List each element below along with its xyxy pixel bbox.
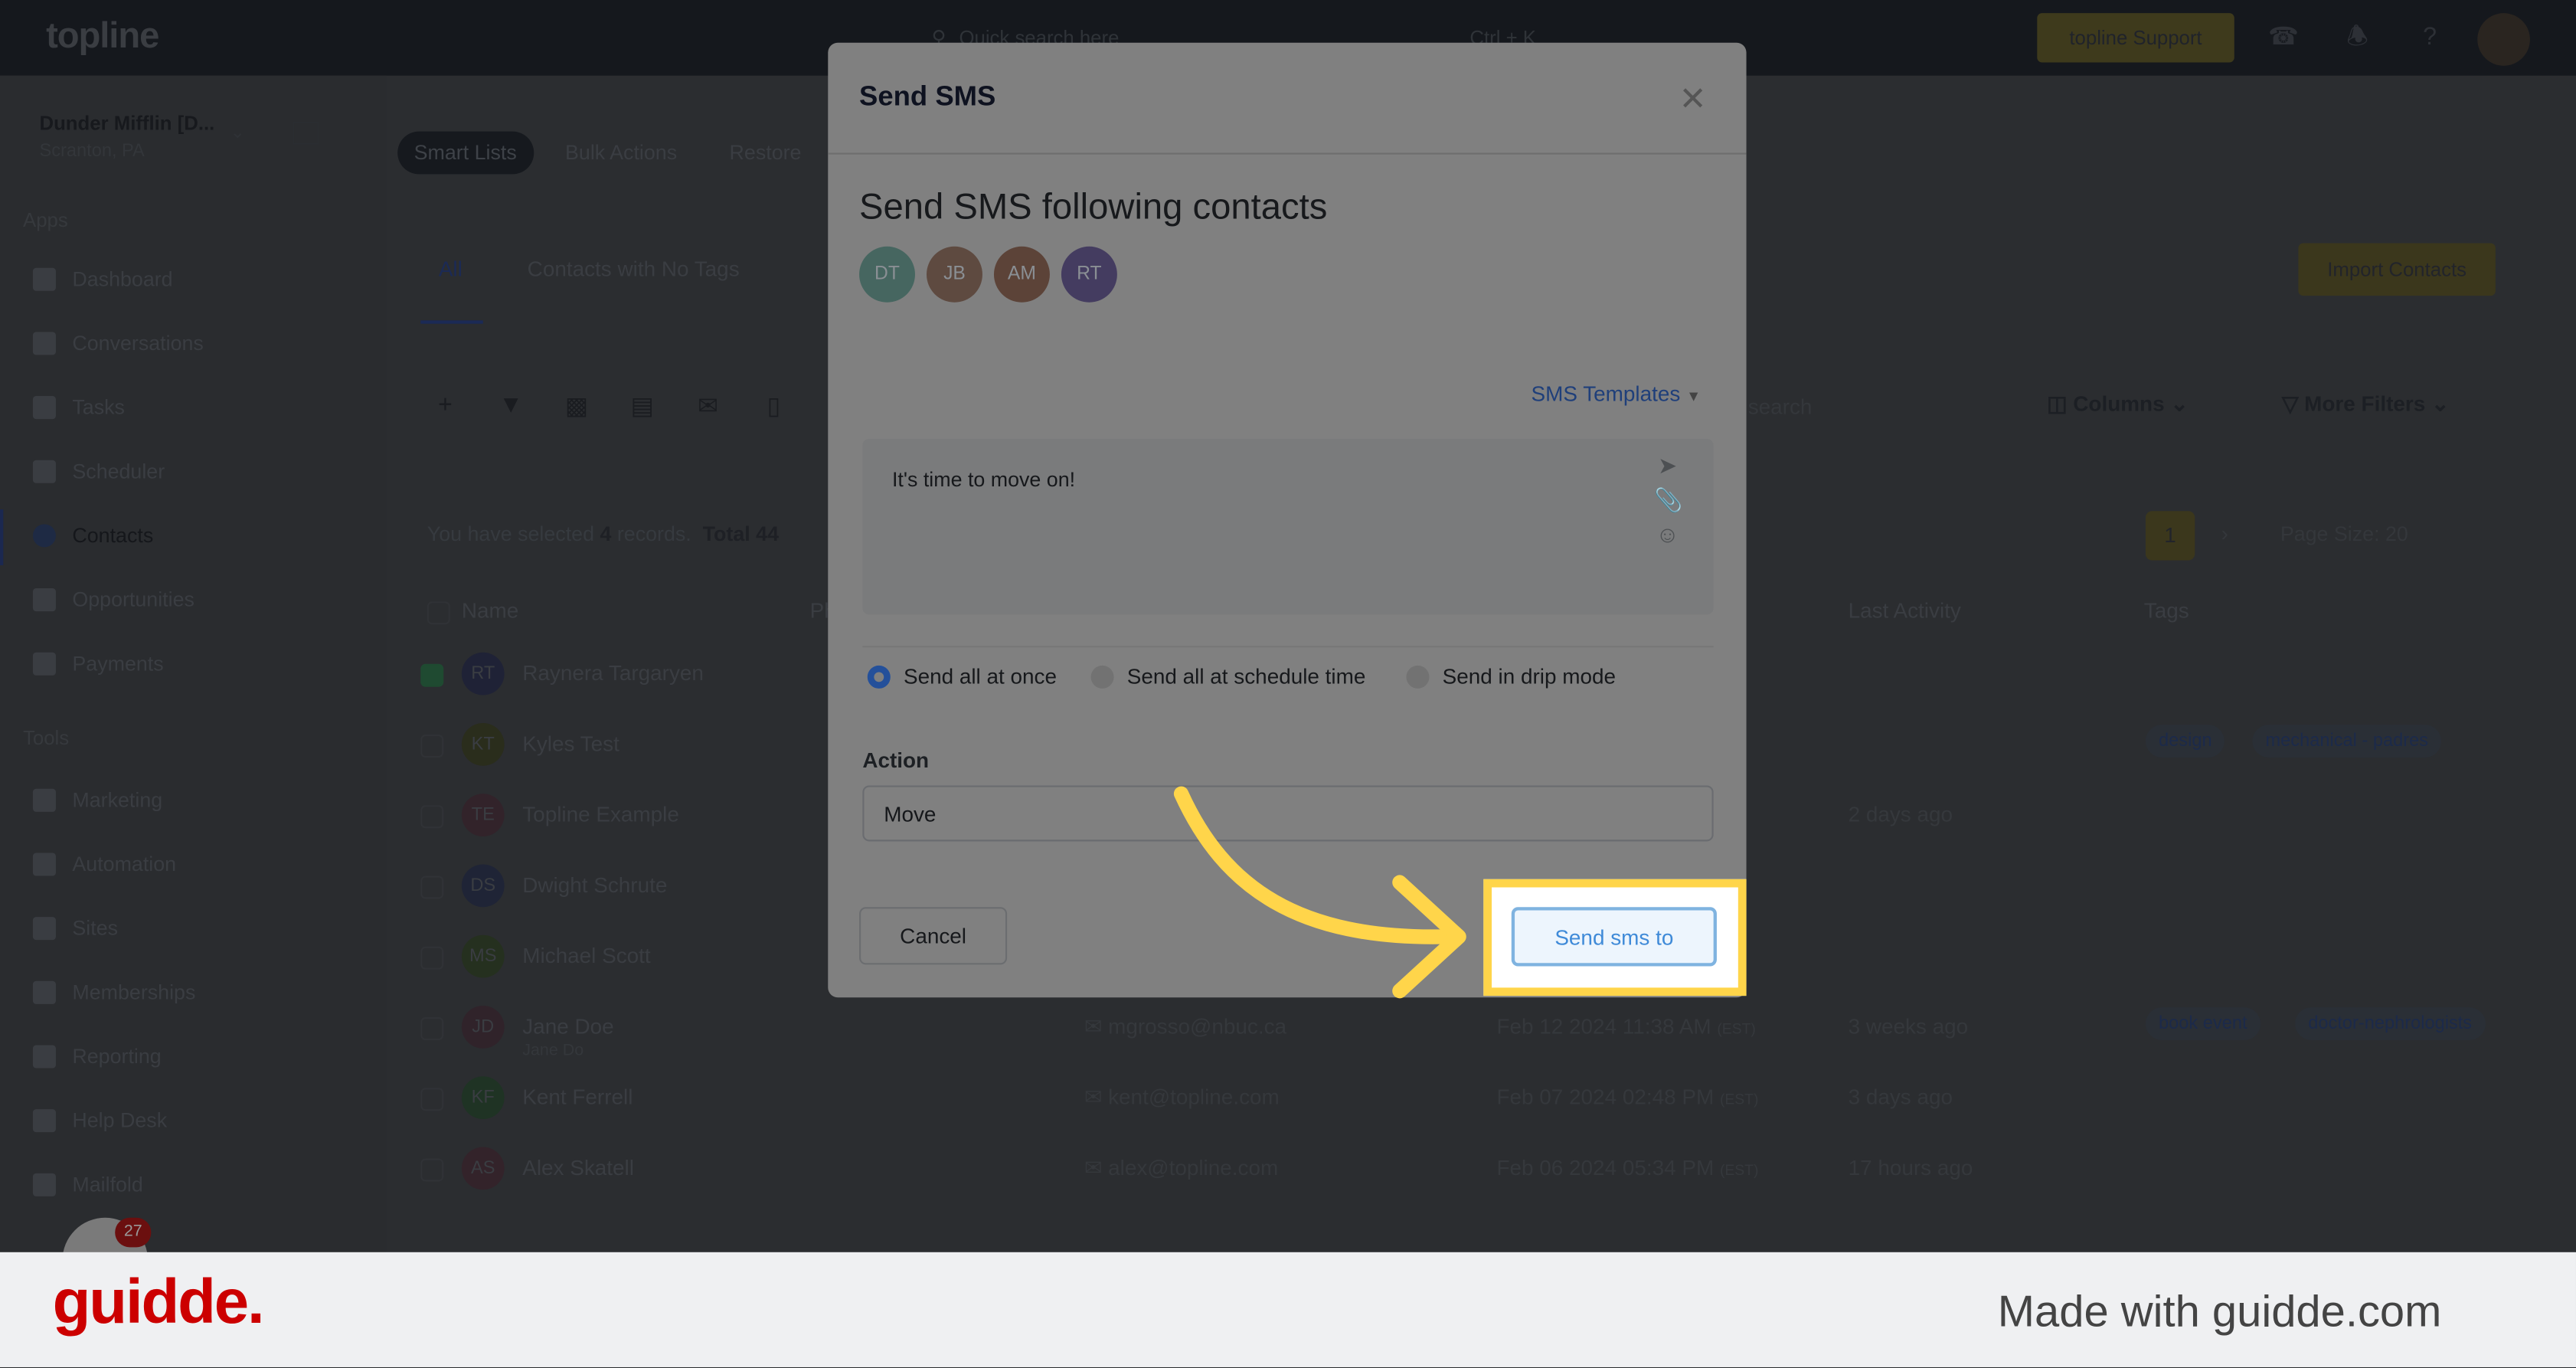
screen: topline ⚲ Quick search here Ctrl + K topli… bbox=[0, 0, 2576, 1367]
pointer-arrow-icon bbox=[1173, 786, 1466, 999]
send-sms-button[interactable]: Send sms to bbox=[1511, 907, 1717, 967]
guidde-logo: guidde. bbox=[52, 1268, 265, 1338]
made-with-text: Made with guidde.com bbox=[1997, 1286, 2442, 1337]
